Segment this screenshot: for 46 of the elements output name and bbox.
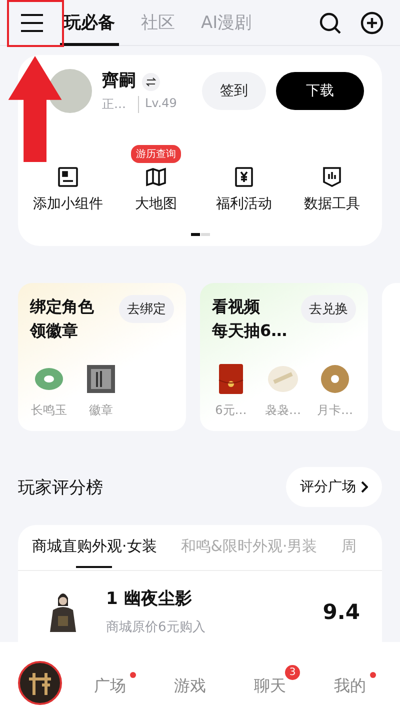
- nav-tab[interactable]: 广场: [78, 664, 142, 702]
- score: 9.4: [322, 600, 360, 624]
- coin-icon: [318, 362, 352, 396]
- promo-button[interactable]: 去绑定: [119, 295, 174, 323]
- nav-tab[interactable]: 游戏: [158, 664, 222, 702]
- promo-card[interactable]: 绑定角色 领徽章 去绑定 长鸣玉 徽章: [18, 283, 186, 431]
- tool-item[interactable]: 福利活动: [200, 165, 288, 213]
- reward-label: 袅袅…: [265, 402, 301, 419]
- reward-label: 长鸣玉: [31, 402, 67, 419]
- promo-button[interactable]: 去兑换: [301, 295, 356, 323]
- chart-icon: [320, 165, 344, 189]
- download-button[interactable]: 下载: [276, 72, 364, 110]
- reward-label: 6元…: [215, 402, 247, 419]
- unread-count: 3: [285, 664, 300, 680]
- item-title: 1 幽夜尘影: [106, 588, 193, 610]
- promo-title: 看视频 每天抽6…: [212, 296, 288, 342]
- swap-icon[interactable]: [142, 72, 160, 91]
- avatar[interactable]: [48, 69, 92, 113]
- widget-icon: [56, 165, 80, 189]
- nav-tab[interactable]: 聊天 3: [238, 664, 302, 702]
- yen-icon: [232, 165, 256, 189]
- reward-label: 徽章: [89, 402, 113, 419]
- game-logo-icon[interactable]: [18, 661, 62, 705]
- map-icon: [144, 165, 168, 189]
- reward-label: 月卡…: [317, 402, 353, 419]
- nav-tab[interactable]: 我的: [318, 664, 382, 702]
- plus-icon: [360, 10, 384, 34]
- user-name: 齊嗣: [102, 71, 136, 91]
- player-level: Lv.49: [138, 96, 177, 113]
- section-title: 玩家评分榜: [18, 476, 103, 498]
- promo-card[interactable]: 看视频 每天抽6… 去兑换 6元… 袅袅… 月卡…: [200, 283, 368, 431]
- tool-item[interactable]: 添加小组件: [24, 165, 112, 213]
- tool-tag: 游历查询: [131, 145, 181, 163]
- promo-title: 绑定角色 领徽章: [30, 296, 94, 342]
- tool-item[interactable]: 数据工具: [288, 165, 376, 213]
- search-icon: [318, 10, 342, 34]
- server-name: 正…: [102, 96, 126, 113]
- ranking-tab[interactable]: 商城直购外观·女装: [32, 525, 157, 570]
- top-tab[interactable]: 玩必备: [60, 0, 119, 46]
- checkin-button[interactable]: 签到: [202, 72, 266, 110]
- chevron-icon: [360, 481, 368, 493]
- emblem-icon: [84, 362, 118, 396]
- rating-plaza-button[interactable]: 评分广场: [286, 467, 382, 507]
- item-note: 商城原价6元购入: [106, 619, 206, 636]
- menu-icon: [21, 14, 43, 32]
- highlight-frame: [7, 0, 64, 47]
